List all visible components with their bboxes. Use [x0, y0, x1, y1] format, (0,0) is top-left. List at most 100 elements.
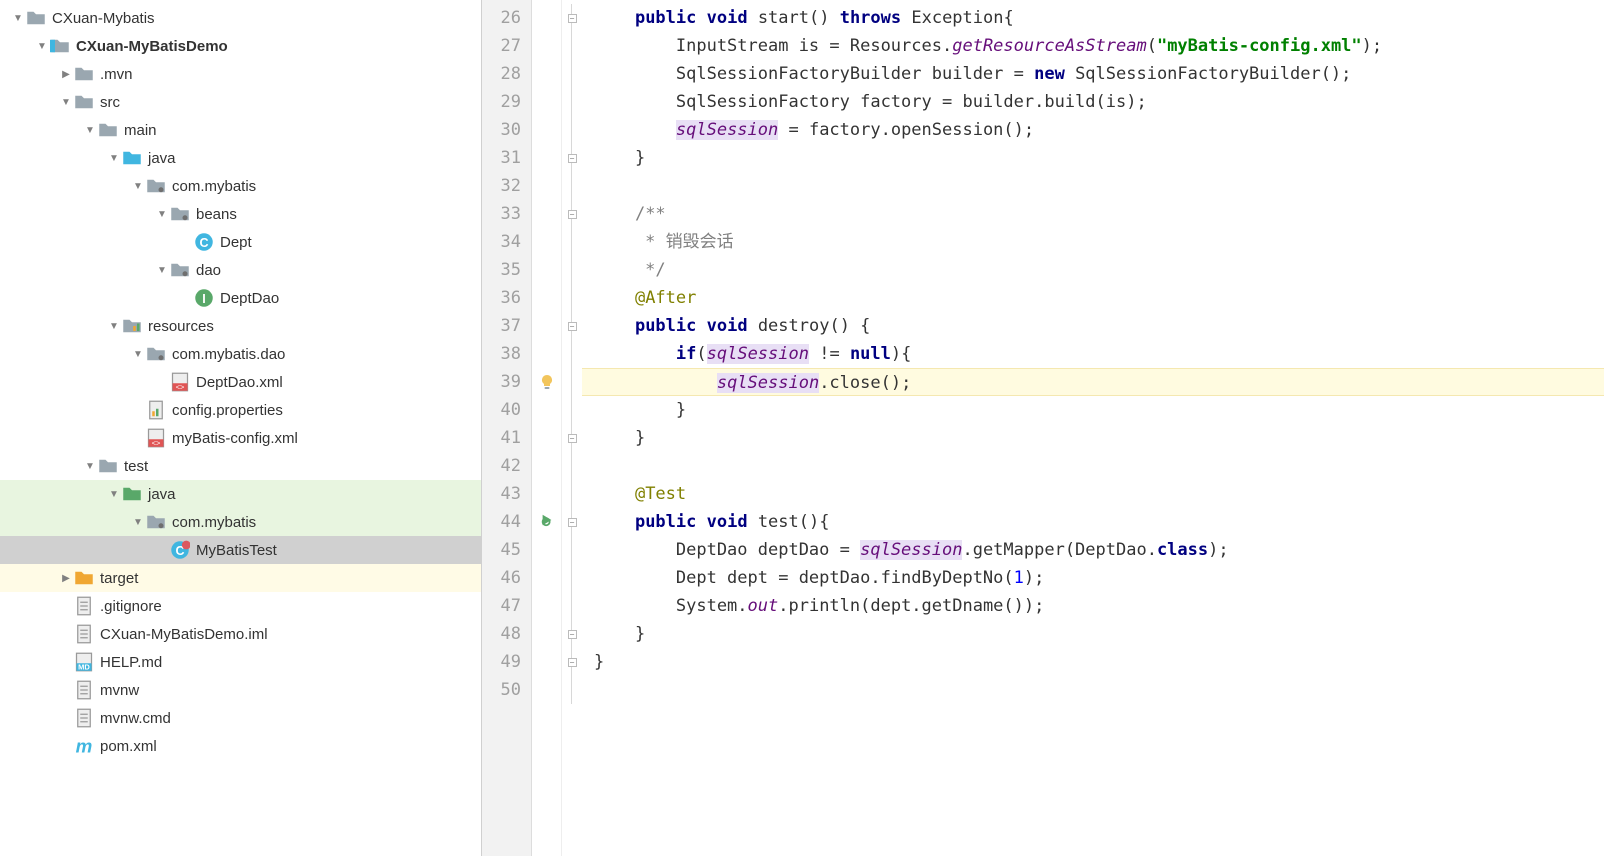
tree-item-dao[interactable]: ▼dao — [0, 256, 481, 284]
collapse-arrow-icon[interactable]: ▼ — [130, 517, 146, 528]
code-editor[interactable]: 2627282930313233343536373839404142434445… — [482, 0, 1604, 856]
collapse-arrow-icon[interactable]: ▼ — [82, 461, 98, 472]
collapse-arrow-icon[interactable]: ▼ — [130, 181, 146, 192]
code-line[interactable]: } — [582, 424, 1604, 452]
fold-slot — [562, 116, 582, 144]
tree-item-cxuan-mybatisdemo-iml[interactable]: CXuan-MyBatisDemo.iml — [0, 620, 481, 648]
code-line[interactable]: } — [582, 396, 1604, 424]
tree-item-cxuan-mybatisdemo[interactable]: ▼CXuan-MyBatisDemo — [0, 32, 481, 60]
code-line[interactable]: } — [582, 144, 1604, 172]
code-line[interactable]: InputStream is = Resources.getResourceAs… — [582, 32, 1604, 60]
tree-item-src[interactable]: ▼ src — [0, 88, 481, 116]
code-line[interactable] — [582, 676, 1604, 704]
tree-item-com-mybatis-dao[interactable]: ▼com.mybatis.dao — [0, 340, 481, 368]
collapse-arrow-icon[interactable]: ▼ — [130, 349, 146, 360]
fold-toggle-icon[interactable]: − — [568, 210, 577, 219]
line-number: 50 — [482, 676, 531, 704]
tree-item-dept[interactable]: CDept — [0, 228, 481, 256]
tree-item-mybatistest[interactable]: CMyBatisTest — [0, 536, 481, 564]
tree-item-target[interactable]: ▶target — [0, 564, 481, 592]
tree-item-label: .mvn — [100, 66, 133, 83]
icon-gutter[interactable] — [532, 0, 562, 856]
collapse-arrow-icon[interactable]: ▼ — [106, 321, 122, 332]
fold-slot: − — [562, 508, 582, 536]
svg-text:C: C — [199, 236, 208, 250]
code-line[interactable]: } — [582, 648, 1604, 676]
collapse-arrow-icon[interactable]: ▼ — [10, 13, 26, 24]
code-line[interactable]: public void start() throws Exception{ — [582, 4, 1604, 32]
collapse-arrow-icon[interactable]: ▼ — [58, 97, 74, 108]
collapse-arrow-icon[interactable]: ▼ — [34, 41, 50, 52]
md-icon: MD — [74, 652, 94, 672]
collapse-arrow-icon[interactable]: ▼ — [106, 153, 122, 164]
code-line[interactable]: * 销毁会话 — [582, 228, 1604, 256]
tree-item-mybatis-config-xml[interactable]: <>myBatis-config.xml — [0, 424, 481, 452]
tree-item-main[interactable]: ▼main — [0, 116, 481, 144]
tree-item-java[interactable]: ▼java — [0, 144, 481, 172]
fold-toggle-icon[interactable]: − — [568, 518, 577, 527]
code-line[interactable]: SqlSessionFactoryBuilder builder = new S… — [582, 60, 1604, 88]
fold-gutter[interactable]: − − − − − − − − — [562, 0, 582, 856]
code-line[interactable]: Dept dept = deptDao.findByDeptNo(1); — [582, 564, 1604, 592]
expand-arrow-icon[interactable]: ▶ — [58, 573, 74, 584]
tree-item--gitignore[interactable]: .gitignore — [0, 592, 481, 620]
code-line[interactable]: @After — [582, 284, 1604, 312]
tree-item--mvn[interactable]: ▶ .mvn — [0, 60, 481, 88]
tree-item-deptdao[interactable]: IDeptDao — [0, 284, 481, 312]
tree-item-help-md[interactable]: MDHELP.md — [0, 648, 481, 676]
tree-item-mvnw-cmd[interactable]: mvnw.cmd — [0, 704, 481, 732]
expand-arrow-icon[interactable]: ▶ — [58, 69, 74, 80]
code-line[interactable]: sqlSession = factory.openSession(); — [582, 116, 1604, 144]
code-line[interactable]: sqlSession.close(); — [582, 368, 1604, 396]
fold-slot: − — [562, 424, 582, 452]
tree-item-beans[interactable]: ▼beans — [0, 200, 481, 228]
gutter-icon-slot — [532, 116, 561, 144]
line-number: 34 — [482, 228, 531, 256]
code-line[interactable]: } — [582, 620, 1604, 648]
run-test-icon[interactable] — [540, 513, 554, 531]
collapse-arrow-icon[interactable]: ▼ — [154, 265, 170, 276]
code-line[interactable]: */ — [582, 256, 1604, 284]
fold-toggle-icon[interactable]: − — [568, 322, 577, 331]
code-line[interactable] — [582, 172, 1604, 200]
line-number: 26 — [482, 4, 531, 32]
fold-toggle-icon[interactable]: − — [568, 658, 577, 667]
gutter-icon-slot — [532, 228, 561, 256]
collapse-arrow-icon[interactable]: ▼ — [106, 489, 122, 500]
tree-item-label: pom.xml — [100, 738, 157, 755]
tree-item-test[interactable]: ▼test — [0, 452, 481, 480]
fold-toggle-icon[interactable]: − — [568, 434, 577, 443]
tree-item-pom-xml[interactable]: mpom.xml — [0, 732, 481, 760]
tree-item-label: src — [100, 94, 120, 111]
tree-item-resources[interactable]: ▼resources — [0, 312, 481, 340]
collapse-arrow-icon[interactable]: ▼ — [82, 125, 98, 136]
code-area[interactable]: public void start() throws Exception{ In… — [582, 0, 1604, 856]
fold-slot — [562, 340, 582, 368]
code-line[interactable]: /** — [582, 200, 1604, 228]
tree-item-java[interactable]: ▼java — [0, 480, 481, 508]
code-line[interactable]: public void test(){ — [582, 508, 1604, 536]
code-line[interactable]: System.out.println(dept.getDname()); — [582, 592, 1604, 620]
tree-item-config-properties[interactable]: config.properties — [0, 396, 481, 424]
fold-toggle-icon[interactable]: − — [568, 14, 577, 23]
code-line[interactable]: public void destroy() { — [582, 312, 1604, 340]
fold-toggle-icon[interactable]: − — [568, 154, 577, 163]
code-line[interactable]: SqlSessionFactory factory = builder.buil… — [582, 88, 1604, 116]
tree-item-com-mybatis[interactable]: ▼com.mybatis — [0, 508, 481, 536]
code-line[interactable]: DeptDao deptDao = sqlSession.getMapper(D… — [582, 536, 1604, 564]
collapse-arrow-icon[interactable]: ▼ — [154, 209, 170, 220]
line-number: 39 — [482, 368, 531, 396]
tree-item-label: myBatis-config.xml — [172, 430, 298, 447]
project-tree[interactable]: ▼CXuan-Mybatis▼CXuan-MyBatisDemo ▶ .mvn ▼ sr… — [0, 0, 482, 856]
code-line[interactable]: if(sqlSession != null){ — [582, 340, 1604, 368]
svg-text:I: I — [202, 292, 205, 306]
code-line[interactable]: @Test — [582, 480, 1604, 508]
prop-icon — [146, 400, 166, 420]
fold-toggle-icon[interactable]: − — [568, 630, 577, 639]
tree-item-mvnw[interactable]: mvnw — [0, 676, 481, 704]
tree-item-com-mybatis[interactable]: ▼com.mybatis — [0, 172, 481, 200]
code-line[interactable] — [582, 452, 1604, 480]
intention-bulb-icon[interactable] — [539, 374, 555, 390]
tree-item-cxuan-mybatis[interactable]: ▼CXuan-Mybatis — [0, 4, 481, 32]
tree-item-deptdao-xml[interactable]: <>DeptDao.xml — [0, 368, 481, 396]
